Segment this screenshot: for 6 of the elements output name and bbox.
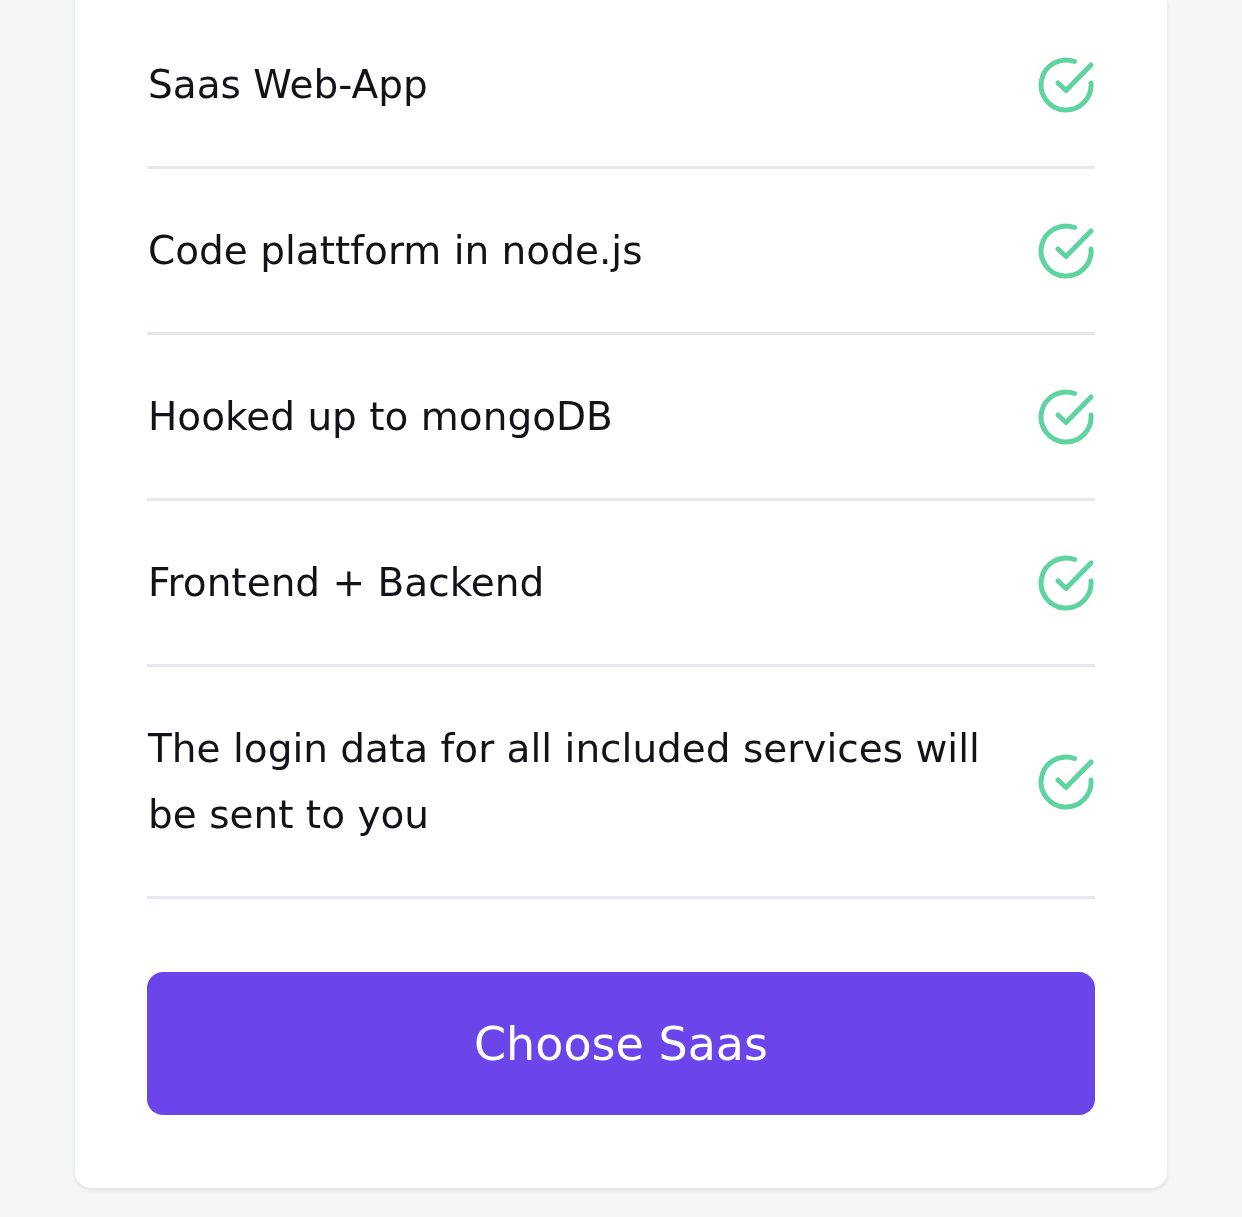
- feature-text: Frontend + Backend: [148, 559, 546, 607]
- feature-text: Code plattform in node.js: [148, 227, 644, 275]
- feature-text: Saas Web-App: [148, 61, 429, 109]
- choose-button[interactable]: Choose Saas: [147, 972, 1095, 1115]
- feature-text: The login data for all included services will be sent to you: [148, 725, 981, 839]
- feature-text: Hooked up to mongoDB: [148, 393, 614, 441]
